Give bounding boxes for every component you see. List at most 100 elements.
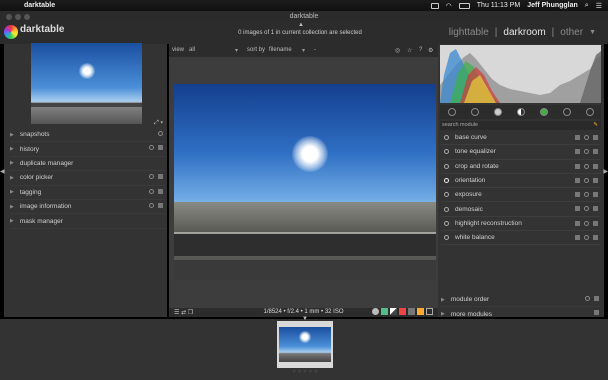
presets-icon[interactable] [594,296,599,301]
focus-peaking-icon[interactable] [417,308,424,315]
star-rating[interactable]: ★★★★★ [277,368,333,375]
reset-icon[interactable] [585,296,590,301]
compare-icon[interactable]: ⇄ [181,310,186,316]
copy-icon[interactable]: ❐ [188,310,193,316]
tone-group-icon[interactable] [516,108,525,116]
multi-instance-icon[interactable] [575,192,580,198]
multi-instance-icon[interactable] [575,135,580,140]
effect-group-icon[interactable] [585,108,594,116]
module-white-balance[interactable]: white balance [441,231,601,246]
enable-icon[interactable] [444,135,449,141]
multi-instance-icon[interactable] [575,149,580,155]
reset-icon[interactable] [149,145,154,151]
guides-icon[interactable] [426,308,433,315]
collapse-top-icon[interactable]: ▲ [298,22,304,28]
view-darkroom[interactable]: darkroom [503,27,545,38]
presets-icon[interactable] [593,235,598,241]
module-color-picker[interactable]: ▶ color picker [10,171,165,186]
sort-order-toggle[interactable]: - [314,47,316,53]
gear-icon[interactable]: ⚙ [428,47,433,54]
navigation-zoom-icon[interactable]: ⤢ ▾ [154,120,163,127]
reset-icon[interactable] [584,149,589,155]
view-other[interactable]: other [560,27,583,38]
multi-instance-icon[interactable] [575,163,580,169]
menubar-user[interactable]: Jeff Phungglan [527,2,578,9]
navigation-thumbnail[interactable] [31,43,142,124]
enable-icon[interactable] [444,178,449,184]
enable-icon[interactable] [444,220,449,226]
battery-icon[interactable] [458,2,470,9]
color-group-icon[interactable] [539,108,548,116]
search-module-input[interactable]: search module ✎ [440,121,601,130]
multi-instance-icon[interactable] [575,177,580,183]
presets-icon[interactable] [593,206,598,212]
power-icon[interactable] [447,108,456,116]
module-crop-and-rotate[interactable]: crop and rotate [441,160,601,174]
control-center-icon[interactable]: ☰ [596,2,602,10]
reset-icon[interactable] [584,206,589,212]
presets-icon[interactable] [158,188,163,194]
presets-icon[interactable] [593,177,598,183]
overexposed-icon[interactable] [399,308,406,315]
styles-icon[interactable]: ☰ [174,310,179,316]
presets-icon[interactable] [158,174,163,180]
zoom-window-button[interactable] [24,14,30,20]
reset-icon[interactable] [149,202,154,208]
favorites-icon[interactable] [470,108,479,116]
gamut-icon[interactable] [390,308,397,315]
presets-icon[interactable] [593,135,598,140]
sort-select[interactable]: filename [269,47,292,53]
correct-group-icon[interactable] [562,108,571,116]
reset-icon[interactable] [584,220,589,226]
bulb-icon[interactable] [372,308,379,315]
reset-icon[interactable] [584,235,589,241]
module-snapshots[interactable]: ▶ snapshots [10,128,165,143]
reset-icon[interactable] [584,177,589,183]
multi-instance-icon[interactable] [575,206,580,212]
reset-icon[interactable] [584,163,589,169]
module-mask-manager[interactable]: ▶ mask manager [10,214,165,229]
presets-icon[interactable] [593,220,598,226]
histogram[interactable] [440,45,601,103]
search-icon[interactable]: ⌕ [585,2,589,10]
presets-icon[interactable] [158,202,163,208]
help-icon[interactable]: ? [419,47,422,53]
raw-overexposed-icon[interactable] [408,308,415,315]
view-filter-select[interactable]: all [189,47,195,53]
module-tagging[interactable]: ▶ tagging [10,186,165,200]
enable-icon[interactable] [444,235,449,241]
enable-icon[interactable] [444,163,449,169]
star-icon[interactable]: ☆ [407,47,412,54]
multi-instance-icon[interactable] [575,220,580,226]
module-history[interactable]: ▶ history [10,142,165,157]
pencil-icon[interactable]: ✎ [593,121,598,130]
minimize-window-button[interactable] [15,14,21,20]
module-exposure[interactable]: exposure [441,188,601,203]
module-base-curve[interactable]: base curve [441,131,601,146]
module-orientation[interactable]: orientation [441,174,601,189]
globe-icon[interactable]: ◎ [395,47,400,54]
module-tone-equalizer[interactable]: tone equalizer [441,145,601,160]
close-window-button[interactable] [6,14,12,20]
enable-icon[interactable] [444,192,449,198]
module-image-information[interactable]: ▶ image information [10,200,165,215]
multi-instance-icon[interactable] [575,235,580,241]
enable-icon[interactable] [444,149,449,155]
module-module-order[interactable]: ▶ module order [441,293,601,308]
presets-icon[interactable] [593,163,598,169]
view-dropdown-icon[interactable]: ▼ [589,29,596,36]
display-icon[interactable] [430,2,439,9]
menubar-app-name[interactable]: darktable [24,2,55,9]
presets-icon[interactable] [158,145,163,151]
presets-icon[interactable] [593,149,598,155]
reset-icon[interactable] [584,135,589,140]
base-group-icon[interactable] [493,108,502,116]
main-image[interactable] [174,84,436,280]
enable-icon[interactable] [444,206,449,212]
wifi-icon[interactable]: ◠ [446,2,452,10]
chevron-down-icon[interactable]: ▾ [235,47,238,54]
view-lighttable[interactable]: lighttable [449,27,489,38]
module-demosaic[interactable]: demosaic [441,202,601,217]
collapse-left-icon[interactable]: ◀ [0,168,5,175]
reset-icon[interactable] [149,174,154,180]
